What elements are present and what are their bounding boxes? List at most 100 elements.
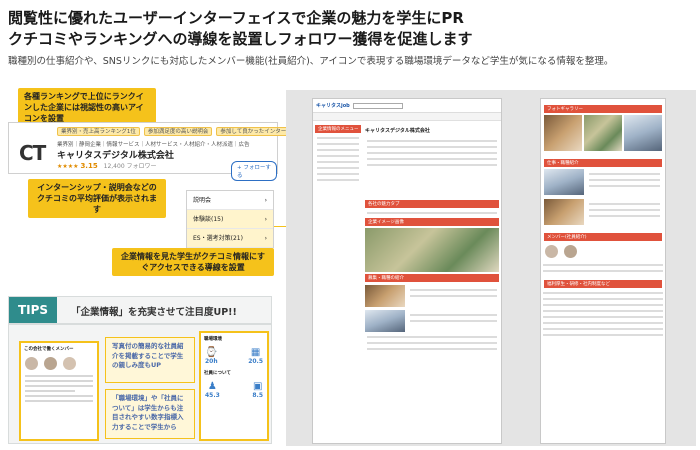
text-line xyxy=(589,209,660,211)
site-nav xyxy=(313,113,501,121)
member-card-title: この会社で働くメンバー xyxy=(24,347,74,352)
headline-line-2: クチコミやランキングへの導線を設置しフォロワー獲得を促進します xyxy=(8,30,473,48)
text-line xyxy=(589,215,660,217)
search-input[interactable] xyxy=(352,102,403,109)
follow-button[interactable]: + フォローする xyxy=(231,161,277,181)
menu-item-label: ES・選考対策(21) xyxy=(193,235,243,242)
menu-line xyxy=(317,149,359,151)
text-placeholder xyxy=(25,400,93,402)
avatar-row xyxy=(21,355,97,372)
menu-line xyxy=(317,161,359,163)
text-placeholder xyxy=(25,375,93,377)
company-page-continued: フォトギャラリー 仕事・職種紹介 メンバー(社員紹介) 福利厚生・研修・社内制度… xyxy=(540,98,666,444)
menu-item-experiences[interactable]: 体験談(15) › xyxy=(187,210,273,229)
text-line xyxy=(543,322,663,324)
section-members: メンバー(社員紹介) xyxy=(544,233,662,241)
chevron-right-icon: › xyxy=(264,197,267,204)
headline: 閲覧性に優れたユーザーインターフェイスで企業の魅力を学生にPR クチコミやランキ… xyxy=(8,8,568,50)
menu-item-label: 体験談(15) xyxy=(193,216,224,223)
section-welfare: 福利厚生・研修・社内制度など xyxy=(544,280,662,288)
ranking-badge: 参加満足度の高い説明会 xyxy=(143,127,213,136)
text-line xyxy=(589,173,660,175)
gallery-photo xyxy=(624,115,662,151)
job-row xyxy=(365,310,499,332)
text-line xyxy=(589,203,660,205)
section-image: 企業イメージ画像 xyxy=(365,218,499,226)
member-card: この会社で働くメンバー xyxy=(19,341,99,441)
text-line xyxy=(367,158,497,160)
building-icon: ▣ xyxy=(252,381,263,392)
text-placeholder xyxy=(25,380,93,382)
text-line xyxy=(589,185,660,187)
section-job: 募集・職種の紹介 xyxy=(365,274,499,282)
section-job: 仕事・職種紹介 xyxy=(544,159,662,167)
ranking-badges: 業界別・売上高ランキング1位 参加満足度の高い説明会 参加して良かったインターン… xyxy=(57,127,312,136)
text-line xyxy=(543,316,663,318)
job-text xyxy=(587,199,662,225)
side-menu-tag: 企業情報のメニュー xyxy=(315,125,361,133)
stat-age: ♟ 45.3 xyxy=(205,381,220,399)
section-gallery: フォトギャラリー xyxy=(544,105,662,113)
sub-headline: 職種別の仕事紹介や、SNSリンクにも対応したメンバー機能(社員紹介)、アイコンで… xyxy=(8,56,614,67)
text-line xyxy=(543,304,663,306)
job-photo xyxy=(365,285,405,307)
page-company-name: キャリタスデジタル株式会社 xyxy=(365,128,430,134)
text-line xyxy=(367,146,497,148)
text-line xyxy=(543,310,663,312)
gallery-grid xyxy=(541,115,665,151)
text-line xyxy=(543,328,663,330)
menu-line xyxy=(317,137,359,139)
text-placeholder xyxy=(25,390,75,392)
environment-card-title: 職場環境 xyxy=(204,337,222,342)
text-line xyxy=(589,179,660,181)
menu-item-briefing[interactable]: 説明会 › xyxy=(187,191,273,210)
stat-holidays: ▦ 20.5 xyxy=(248,347,263,365)
person-icon: ♟ xyxy=(207,381,217,392)
tip-note-members: 写真付の簡易的な社員紹介を掲載することで学生の親しみ度もUP xyxy=(105,337,195,383)
text-line xyxy=(543,334,663,336)
section-tab: 各社の魅力タブ xyxy=(365,200,499,208)
stat-value: 45.3 xyxy=(205,392,220,399)
environment-stats: ⌚ 20h ▦ 20.5 xyxy=(201,345,267,367)
member-avatars xyxy=(541,243,665,260)
company-page-screenshot: キャリタスjob 企業情報のメニュー キャリタスデジタル株式会社 各社の魅力タブ… xyxy=(312,98,502,444)
avatar xyxy=(25,357,38,370)
stat-value: 8.5 xyxy=(252,392,263,399)
page-main: キャリタスデジタル株式会社 各社の魅力タブ 企業イメージ画像 募集・職種の紹介 xyxy=(365,125,499,354)
company-card: 業界別・売上高ランキング1位 参加満足度の高い説明会 参加して良かったインターン… xyxy=(8,122,312,181)
employee-section-title: 社員について xyxy=(204,371,231,376)
menu-item-es-selection[interactable]: ES・選考対策(21) › xyxy=(187,229,273,248)
avatar xyxy=(44,357,57,370)
star-icon: ★★★★ xyxy=(57,163,79,170)
rating-value: 3.15 xyxy=(80,162,98,170)
job-item xyxy=(541,169,665,195)
company-name[interactable]: キャリタスデジタル株式会社 xyxy=(57,148,174,161)
menu-line xyxy=(317,143,359,145)
text-line xyxy=(543,270,663,272)
text-line xyxy=(410,314,497,316)
text-line xyxy=(367,342,497,344)
stat-value: 20h xyxy=(205,358,218,365)
site-logo[interactable]: キャリタスjob xyxy=(316,102,350,109)
follower-count: 12,400 フォロワー xyxy=(103,163,157,170)
employee-stats: ♟ 45.3 ▣ 8.5 xyxy=(201,379,267,401)
stat-value: 20.5 xyxy=(248,358,263,365)
review-rating[interactable]: ★★★★ 3.15 12,400 フォロワー xyxy=(57,161,157,170)
review-menu: 説明会 › 体験談(15) › ES・選考対策(21) › xyxy=(186,190,274,248)
callout-navigation: 企業情報を見た学生がクチコミ情報にすぐアクセスできる導線を設置 xyxy=(112,248,274,276)
job-photo xyxy=(365,310,405,332)
stat-overtime: ⌚ 20h xyxy=(205,347,218,365)
text-line xyxy=(543,264,663,266)
job-photo xyxy=(544,169,584,195)
calendar-icon: ▦ xyxy=(250,347,261,358)
text-line xyxy=(543,292,663,294)
site-header: キャリタスjob xyxy=(313,99,501,113)
menu-line xyxy=(317,155,359,157)
gallery-photo xyxy=(584,115,622,151)
office-photo xyxy=(365,228,499,272)
text-placeholder xyxy=(25,385,93,387)
tips-box: この会社で働くメンバー 写真付の簡易的な社員紹介を掲載することで学生の親しみ度も… xyxy=(8,324,272,444)
avatar xyxy=(545,245,558,258)
text-placeholder xyxy=(25,395,93,397)
stat-tenure: ▣ 8.5 xyxy=(252,381,263,399)
